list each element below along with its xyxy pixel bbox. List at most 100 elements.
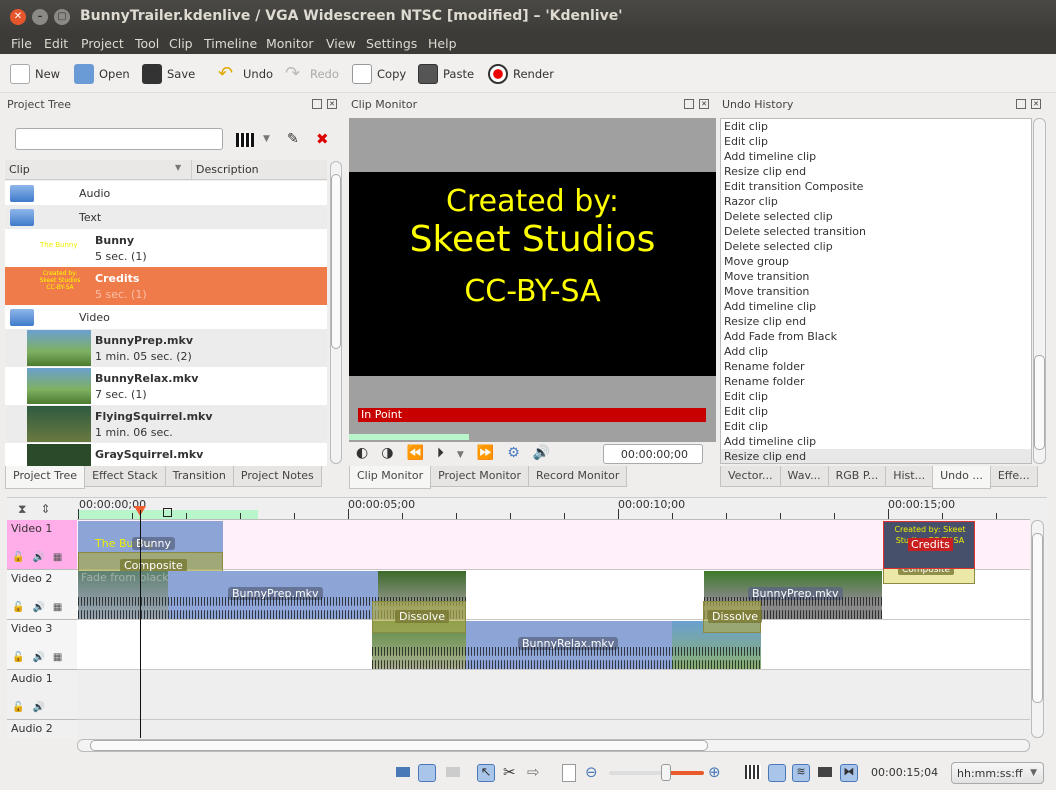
float-icon[interactable] — [684, 99, 694, 109]
tab-project-tree[interactable]: Project Tree — [5, 466, 86, 489]
rewind-icon[interactable]: ⏪ — [406, 445, 436, 461]
overwrite-mode-icon[interactable] — [396, 767, 410, 777]
show-markers-icon[interactable] — [818, 767, 832, 777]
tab-rgb-parade[interactable]: RGB P... — [827, 466, 887, 487]
menu-tool[interactable]: Tool — [135, 36, 159, 51]
track-header-video1[interactable]: Video 1 🔓🔊▦ — [7, 520, 77, 570]
undo-item[interactable]: Edit transition Composite — [721, 179, 1031, 194]
fit-zoom-icon[interactable] — [562, 764, 576, 782]
zoom-in-icon[interactable]: ⊕ — [708, 763, 721, 781]
column-description[interactable]: Description — [191, 160, 263, 180]
track-icons[interactable]: 🔓🔊▦ — [12, 552, 70, 563]
close-dock-icon[interactable]: ✕ — [699, 99, 709, 109]
undo-item[interactable]: Add timeline clip — [721, 434, 1031, 449]
zoom-out-icon[interactable]: ⊖ — [585, 763, 598, 781]
menu-clip[interactable]: Clip — [169, 36, 193, 51]
tab-transition[interactable]: Transition — [164, 466, 234, 487]
zone-bar[interactable] — [349, 434, 469, 440]
paste-button[interactable]: Paste — [418, 63, 474, 85]
undo-item[interactable]: Delete selected transition — [721, 224, 1031, 239]
timecode-format-select[interactable]: hh:mm:ss:ff ▼ — [951, 762, 1044, 784]
clip-bunnyrelax[interactable]: BunnyRelax.mkv 7 sec. (1) — [5, 367, 327, 405]
undo-item[interactable]: Resize clip end — [721, 449, 1031, 463]
clip-bunny[interactable]: The Bunny Bunny 5 sec. (1) — [5, 229, 327, 267]
column-clip[interactable]: Clip — [9, 163, 30, 176]
selection-tool-icon[interactable]: ↖ — [477, 764, 495, 782]
normal-mode-icon[interactable] — [446, 767, 460, 777]
clip-credits[interactable]: Created by: Skeet Studios CC-BY-SA Credit… — [5, 267, 327, 305]
float-icon[interactable] — [1016, 99, 1026, 109]
menu-monitor[interactable]: Monitor — [266, 36, 314, 51]
copy-button[interactable]: Copy — [352, 63, 406, 85]
add-clip-icon[interactable] — [236, 133, 254, 147]
zoom-slider[interactable] — [609, 764, 704, 781]
minimize-icon[interactable]: – — [32, 9, 48, 25]
undo-scrollbar[interactable] — [1033, 118, 1046, 464]
project-search-input[interactable] — [15, 128, 223, 150]
clip-graysquirrel[interactable]: GraySquirrel.mkv — [5, 443, 327, 466]
track-icons[interactable]: 🔓🔊 — [12, 702, 53, 713]
settings-gear-icon[interactable]: ⚙ — [507, 445, 533, 461]
tab-undo-history[interactable]: Undo ... — [932, 466, 991, 489]
undo-item[interactable]: Resize clip end — [721, 314, 1031, 329]
undo-item[interactable]: Add timeline clip — [721, 149, 1031, 164]
tab-waveform[interactable]: Wav... — [779, 466, 829, 487]
timeline-hscrollbar[interactable] — [77, 739, 1030, 752]
undo-item[interactable]: Edit clip — [721, 389, 1031, 404]
collapse-icon[interactable]: ⧗ — [18, 502, 40, 516]
forward-icon[interactable]: ⏩ — [477, 445, 507, 461]
undo-button[interactable]: ↶ Undo — [218, 63, 273, 85]
tab-project-notes[interactable]: Project Notes — [232, 466, 322, 487]
menu-settings[interactable]: Settings — [366, 36, 417, 51]
menu-edit[interactable]: Edit — [44, 36, 68, 51]
undo-item[interactable]: Add timeline clip — [721, 299, 1031, 314]
monitor-timecode[interactable]: 00:00:00;00 — [603, 444, 703, 464]
guide-marker-icon[interactable] — [163, 508, 172, 517]
save-button[interactable]: Save — [142, 63, 195, 85]
maximize-icon[interactable]: ▢ — [54, 9, 70, 25]
show-video-thumbs-icon[interactable] — [768, 764, 786, 782]
clip-bunnyprep[interactable]: BunnyPrep.mkv 1 min. 05 sec. (2) — [5, 329, 327, 367]
undo-item[interactable]: Resize clip end — [721, 164, 1031, 179]
menu-view[interactable]: View — [326, 36, 356, 51]
track-icons[interactable]: 🔓🔊▦ — [12, 602, 70, 613]
menu-project[interactable]: Project — [81, 36, 124, 51]
menu-help[interactable]: Help — [428, 36, 457, 51]
undo-item[interactable]: Edit clip — [721, 134, 1031, 149]
undo-item[interactable]: Move group — [721, 254, 1031, 269]
insert-mode-icon[interactable] — [418, 764, 436, 782]
close-dock-icon[interactable]: ✕ — [1031, 99, 1041, 109]
undo-item[interactable]: Rename folder — [721, 359, 1031, 374]
tab-clip-monitor[interactable]: Clip Monitor — [349, 466, 432, 489]
undo-item[interactable]: Add Fade from Black — [721, 329, 1031, 344]
undo-item[interactable]: Delete selected clip — [721, 239, 1031, 254]
dropdown-arrow-icon[interactable]: ▼ — [263, 134, 270, 144]
edit-clip-icon[interactable]: ✎ — [287, 131, 299, 147]
lane-audio1[interactable] — [77, 670, 1030, 720]
tab-record-monitor[interactable]: Record Monitor — [528, 466, 628, 487]
undo-item[interactable]: Edit clip — [721, 419, 1031, 434]
snap-icon[interactable]: ⧓ — [840, 764, 858, 782]
timeline-vscrollbar[interactable] — [1031, 520, 1044, 738]
undo-item[interactable]: Move transition — [721, 269, 1031, 284]
close-dock-icon[interactable]: ✕ — [327, 99, 337, 109]
tab-vectorscope[interactable]: Vector... — [720, 466, 781, 487]
volume-icon[interactable]: 🔊 — [533, 445, 563, 461]
undo-item[interactable]: Rename folder — [721, 374, 1031, 389]
new-button[interactable]: New — [10, 63, 60, 85]
playhead-line[interactable] — [140, 510, 141, 738]
tab-effect-stack[interactable]: Effect Stack — [84, 466, 166, 487]
expand-icon[interactable]: ⇕ — [40, 502, 64, 516]
track-header-audio1[interactable]: Audio 1 🔓🔊 — [7, 670, 77, 720]
tab-effects[interactable]: Effe... — [989, 466, 1038, 487]
menu-timeline[interactable]: Timeline — [204, 36, 257, 51]
track-header-audio2[interactable]: Audio 2 — [7, 720, 77, 738]
undo-item[interactable]: Add clip — [721, 344, 1031, 359]
timeline-ruler[interactable]: 00:00:00;00 00:00:05;00 00:00:10;00 00:0… — [77, 497, 1030, 520]
undo-item[interactable]: Razor clip — [721, 194, 1031, 209]
transition-dissolve-2[interactable]: Dissolve — [703, 601, 763, 633]
undo-item[interactable]: Delete selected clip — [721, 209, 1031, 224]
tab-histogram[interactable]: Hist... — [885, 466, 934, 487]
play-icon[interactable]: ⏵ — [437, 445, 457, 461]
undo-item[interactable]: Move transition — [721, 284, 1031, 299]
